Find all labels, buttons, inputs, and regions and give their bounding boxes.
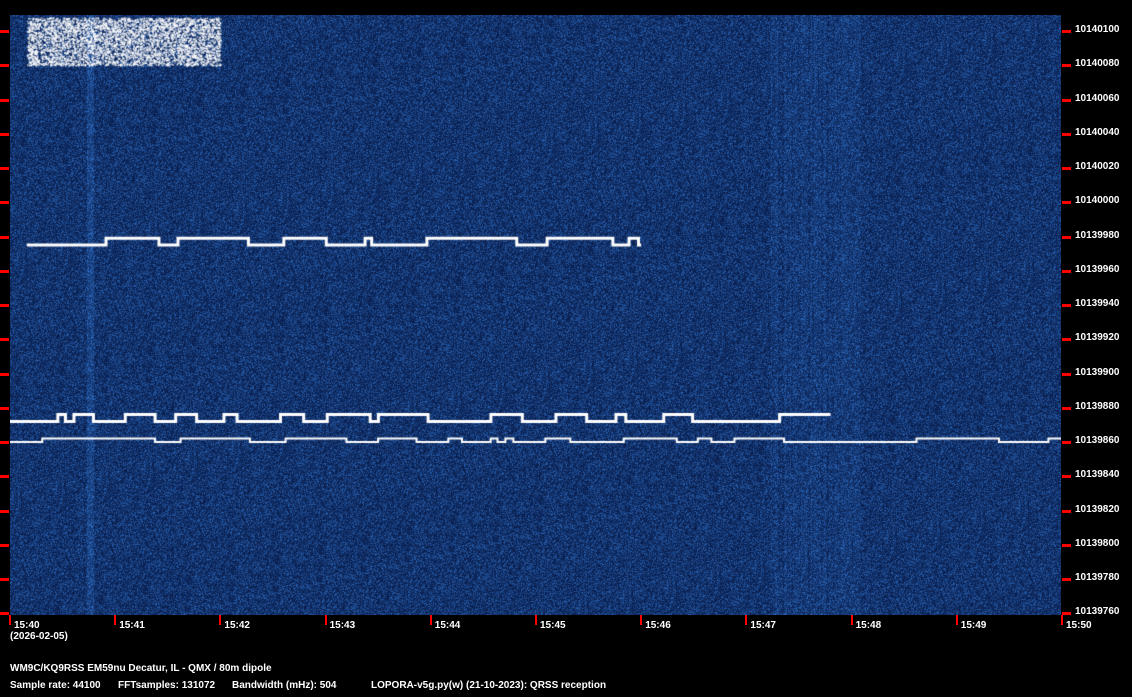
x-tick-label: 15:48: [855, 620, 882, 631]
y-tick-left: [0, 64, 9, 68]
y-tick-left: [0, 30, 9, 33]
y-tick-label: 10139900: [1075, 366, 1120, 378]
x-tick: [114, 615, 117, 625]
y-tick-right: [1062, 98, 1071, 102]
y-tick-right: [1062, 612, 1071, 616]
x-tick: [324, 615, 327, 625]
y-tick-right: [1062, 475, 1071, 479]
y-tick-label: 10139840: [1075, 469, 1120, 481]
x-tick-label: 15:45: [540, 620, 566, 631]
x-tick: [9, 615, 11, 625]
y-tick-right: [1062, 509, 1071, 513]
y-tick-left: [0, 441, 9, 444]
y-tick-label: 10139860: [1075, 435, 1120, 446]
y-tick-label: 10139820: [1075, 503, 1120, 515]
y-tick-label: 10140000: [1075, 195, 1120, 207]
x-tick: [1061, 615, 1063, 625]
y-tick-left: [0, 543, 9, 547]
y-tick-left: [0, 338, 9, 342]
software-label: LOPORA-v5g.py(w) (21-10-2023): QRSS rece…: [371, 680, 607, 691]
y-tick-left: [0, 509, 9, 513]
y-tick-left: [0, 372, 9, 376]
x-tick-label: 15:43: [329, 620, 356, 631]
x-tick-label: 15:46: [645, 620, 671, 631]
bandwidth-label: Bandwidth (mHz): 504: [232, 680, 337, 691]
y-tick-right: [1062, 167, 1071, 170]
x-tick-label: 15:49: [960, 620, 987, 631]
y-tick-left: [0, 475, 9, 479]
y-tick-label: 10139960: [1075, 263, 1120, 275]
x-tick: [535, 615, 537, 625]
x-tick: [429, 615, 432, 625]
x-tick-label: 15:47: [750, 620, 776, 631]
date-label: (2026-02-05): [10, 631, 68, 642]
y-tick-label: 10140040: [1075, 126, 1120, 138]
y-tick-label: 10140080: [1075, 58, 1120, 70]
y-tick-right: [1062, 201, 1071, 205]
y-tick-left: [0, 304, 9, 307]
y-tick-label: 10139760: [1075, 606, 1120, 618]
x-tick: [640, 615, 643, 625]
y-tick-label: 10139920: [1075, 332, 1120, 344]
x-tick-label: 15:41: [119, 620, 145, 631]
y-tick-label: 10139940: [1075, 298, 1120, 309]
y-tick-right: [1062, 30, 1071, 33]
x-tick-label: 15:42: [224, 620, 250, 631]
x-tick: [955, 615, 958, 625]
y-tick-left: [0, 235, 9, 239]
x-tick-label: 15:50: [1066, 620, 1092, 631]
y-tick-right: [1062, 132, 1071, 136]
x-tick-label: 15:44: [434, 620, 461, 631]
y-tick-left: [0, 98, 9, 102]
y-tick-label: 10140060: [1075, 92, 1120, 104]
y-tick-left: [0, 167, 9, 170]
y-tick-right: [1062, 64, 1071, 68]
y-tick-right: [1062, 235, 1071, 239]
y-tick-left: [0, 269, 9, 273]
y-tick-left: [0, 406, 9, 410]
y-tick-label: 10139880: [1075, 400, 1120, 412]
x-tick: [745, 615, 748, 625]
x-tick: [850, 615, 853, 625]
y-tick-left: [0, 132, 9, 136]
x-tick: [219, 615, 222, 625]
y-tick-right: [1062, 406, 1071, 410]
y-tick-right: [1062, 269, 1071, 273]
y-tick-right: [1062, 304, 1071, 307]
station-label: WM9C/KQ9RSS EM59nu Decatur, IL - QMX / 8…: [10, 663, 272, 674]
y-tick-right: [1062, 578, 1071, 581]
y-tick-left: [0, 612, 9, 616]
fft-samples-label: FFTsamples: 131072: [118, 680, 216, 691]
y-tick-label: 10139980: [1075, 229, 1120, 241]
y-tick-label: 10140020: [1075, 161, 1120, 172]
y-tick-label: 10139780: [1075, 572, 1120, 583]
y-tick-label: 10140100: [1075, 24, 1120, 35]
y-tick-left: [0, 201, 9, 205]
y-tick-right: [1062, 338, 1071, 342]
y-tick-left: [0, 578, 9, 581]
y-tick-right: [1062, 441, 1071, 444]
waterfall-spectrogram: [10, 15, 1061, 615]
sample-rate-label: Sample rate: 44100: [10, 680, 101, 691]
x-tick-label: 15:40: [14, 620, 40, 631]
y-tick-right: [1062, 372, 1071, 376]
y-tick-label: 10139800: [1075, 537, 1120, 549]
y-tick-right: [1062, 543, 1071, 547]
